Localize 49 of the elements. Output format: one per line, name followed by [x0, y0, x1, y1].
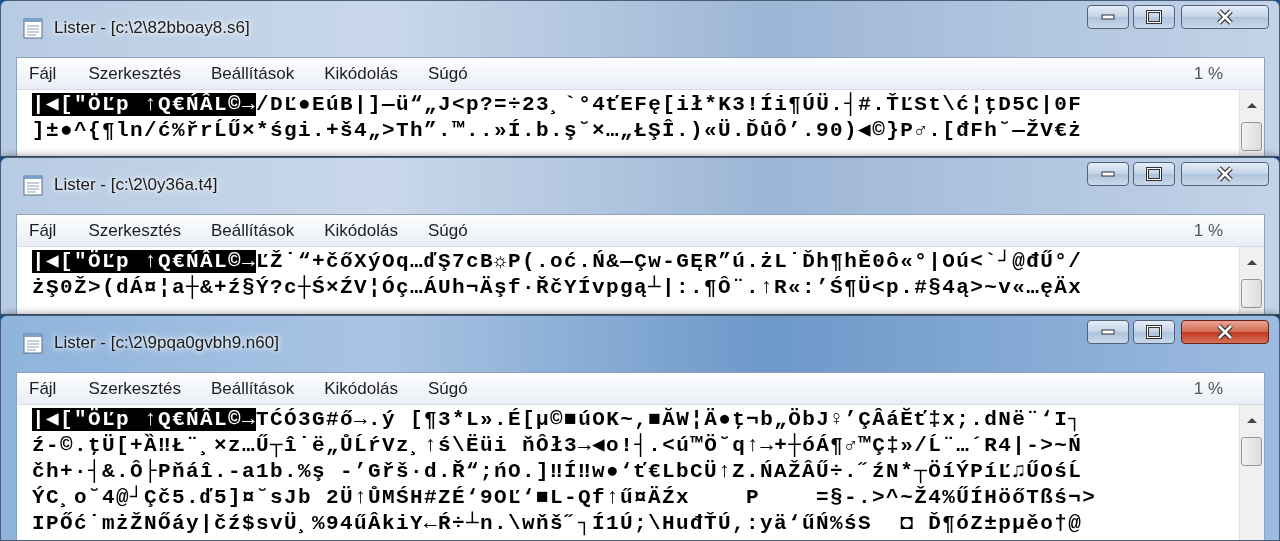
menu-item[interactable]: Szerkesztés — [80, 61, 189, 86]
menu-item[interactable]: Súgó — [419, 61, 476, 86]
highlighted-text: |◀["ÖĽp ↑Q€ŃÂL©→ — [32, 93, 257, 116]
scroll-thumb[interactable] — [1241, 437, 1262, 466]
text-line: čh+·┤&.Ô├Pňáî.-a1b.%ş -’Gřš·d.Ř“;ńO.]‼Í‼w●‘ť€LbCÜ↑Z.ŃAŽÂŰ÷.˝źN*┬ÖíÝPíĽ♫ŰOśĹ — [32, 460, 1083, 483]
maximize-icon — [1146, 167, 1162, 181]
close-icon — [1216, 324, 1234, 340]
text-line: żŞ0Ž>(dÁ¤¦a┼&+ź§Ý?c┼Ś×ŹV¦Óç…ÁUh¬Äşf·ŘčYÍvpgą┴|:.¶Ô¨.↑R«:’Ś¶Ü<p.#§4ą>~v«…ęÄx — [32, 276, 1083, 299]
maximize-button[interactable] — [1133, 320, 1175, 344]
minimize-icon — [1101, 171, 1115, 177]
menu-item[interactable]: Szerkesztés — [80, 376, 189, 401]
window-title: Lister - [c:\2\0y36a.t4] — [54, 174, 219, 196]
menu-item[interactable]: Fájl — [21, 376, 65, 401]
text-line: ]±●^{¶ln/ć%řrĹŰ×*śgi.+š4„>Th”.™..»Í.b.ş˘×…„ŁŞÎ.)«Ü.ĎůÔ’.90)◀©}P♂.[đFh˘—ŽV€ż — [32, 119, 1083, 142]
position-percent: 1 % — [1193, 378, 1223, 399]
minimize-icon — [1101, 14, 1115, 20]
notepad-icon[interactable] — [21, 331, 45, 355]
position-percent: 1 % — [1193, 63, 1223, 84]
menu-item[interactable]: Szerkesztés — [80, 218, 189, 243]
menu-item[interactable]: Súgó — [419, 218, 476, 243]
text-line: ĽŽ˙“+čőXýOq…ďŞ7cB☼P(.oć.Ń&—Çw-GĘR”ú.żL˙Ďh¶hĚ0ô«°|Oú<`┘@đŰ°/ — [256, 250, 1083, 273]
close-icon — [1216, 9, 1234, 25]
window-title: Lister - [c:\2\82bboay8.s6] — [54, 17, 251, 39]
menu-item[interactable]: Kikódolás — [316, 61, 406, 86]
menu-item[interactable]: Fájl — [21, 61, 65, 86]
minimize-button[interactable] — [1087, 320, 1129, 344]
menu-item[interactable]: Kikódolás — [316, 218, 406, 243]
close-icon — [1216, 166, 1234, 182]
text-line: ź-©.ţÜ[+Ȁ‼Ł¨¸×z…Ű┬î˙ë„ŮĹŕVz¸↑ś\Ëüi ňÔł3→◀o!┤.<ú™Ö˘q↑→+┼óÁ¶♂™Ç‡»/Ĺ¨…´R4|->~Ń — [32, 434, 1083, 457]
menu-item[interactable]: Súgó — [419, 376, 476, 401]
menu-item[interactable]: Beállítások — [203, 61, 303, 86]
window-title: Lister - [c:\2\9pqa0gvbh9.n60] — [54, 332, 280, 354]
maximize-icon — [1146, 325, 1162, 339]
menu-item[interactable]: Fájl — [21, 218, 65, 243]
scroll-thumb[interactable] — [1241, 122, 1262, 151]
menu-item[interactable]: Beállítások — [203, 218, 303, 243]
text-line: TĆÓ3G#ő→.ý [¶3*L».É[µ©■úOK~,■ĂW¦Ä●ţ¬b„ÖbJ♀’ÇÂáĔť‡x;.dNë¨‘I┐ — [256, 408, 1083, 431]
scroll-thumb[interactable] — [1241, 279, 1262, 308]
minimize-icon — [1101, 329, 1115, 335]
maximize-icon — [1146, 10, 1162, 24]
position-percent: 1 % — [1193, 220, 1223, 241]
text-line: ÝC¸o˘4@┘Çč5.ď5]¤˘sJb 2Ü↑ŮMŚH#ZÉ‘9OĽ‘■L-Qf↑ű¤ÄŹx P =§-.>^~Ž4%ŰÍHöőTßś¬> — [32, 486, 1097, 509]
highlighted-text: |◀["ÖĽp ↑Q€ŃÂL©→ — [32, 250, 257, 273]
close-button[interactable] — [1181, 320, 1269, 344]
text-line: IPŐć˙mżŽNŐáy|čź$svÜ¸%94űÂkiY←Ŕ÷┴n.\wňš˝┐Í1Ú;\HuđŤÚ,:yä‘űŃ%śS ◘ Ď¶óZ±pµěo†@ — [32, 512, 1083, 535]
text-line: /DĽ●EúB|]—ü“„J<p?=÷23¸`°4ťEFę[ił*K3!Íi¶ÚÜ.┤#.ŤĽSt\ć¦ţD5C|0F — [256, 93, 1083, 116]
menu-item[interactable]: Beállítások — [203, 376, 303, 401]
scrollbar[interactable] — [1239, 405, 1264, 540]
menu-item[interactable]: Kikódolás — [316, 376, 406, 401]
